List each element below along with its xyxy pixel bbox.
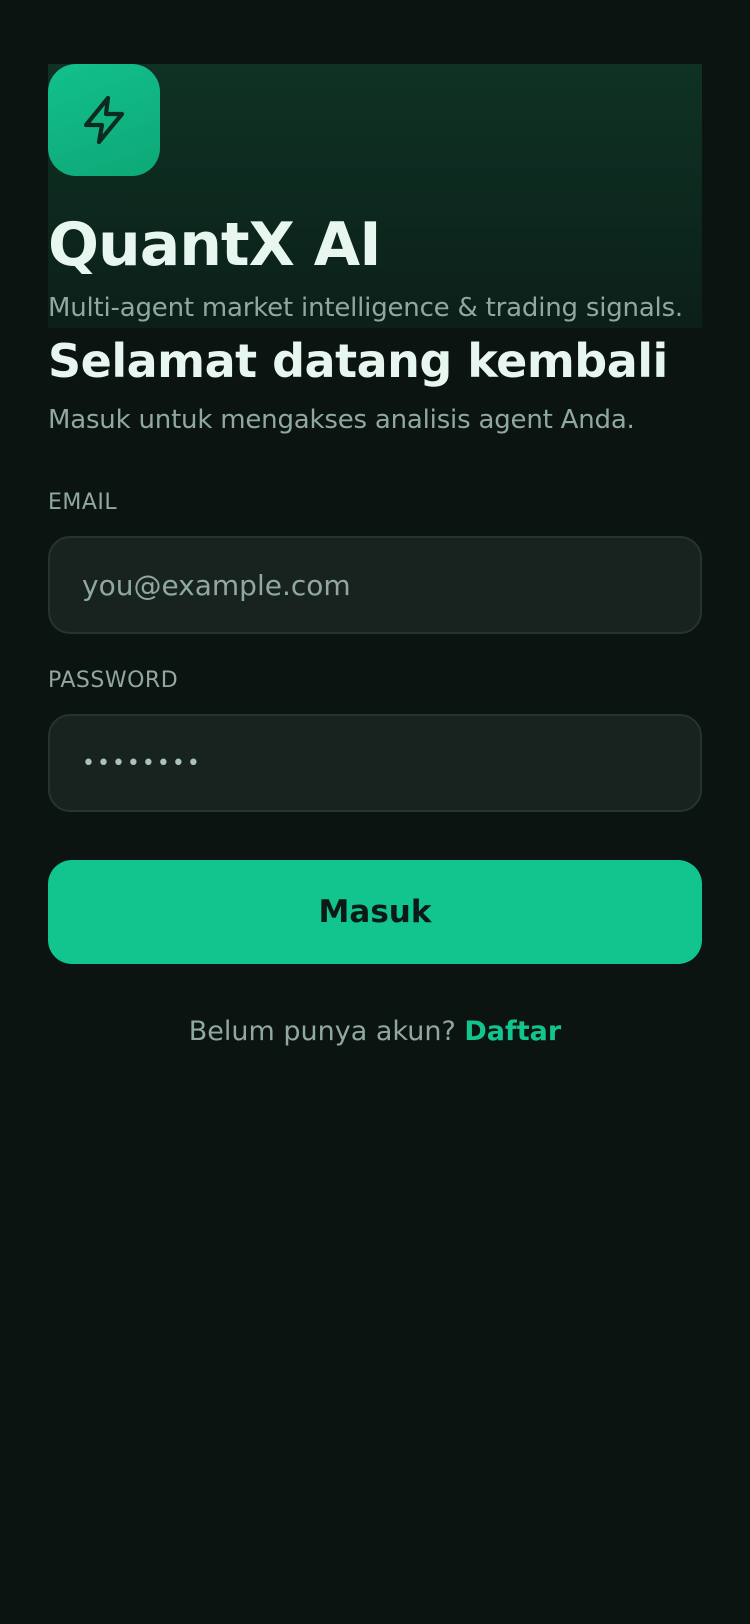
password-field[interactable] [48, 714, 702, 812]
login-screen: QuantX AI Multi-agent market intelligenc… [0, 0, 750, 1624]
email-field[interactable] [48, 536, 702, 634]
app-logo [48, 64, 160, 176]
password-label: PASSWORD [48, 668, 179, 693]
email-label: EMAIL [48, 490, 118, 515]
signup-prompt: Belum punya akun? [188, 1016, 456, 1047]
welcome-subheading: Masuk untuk mengakses analisis agent And… [48, 405, 635, 435]
app-title: QuantX AI [48, 210, 382, 280]
signup-link[interactable]: Daftar [464, 1016, 561, 1047]
lightning-bolt-icon [83, 95, 125, 145]
welcome-heading: Selamat datang kembali [48, 334, 668, 388]
login-button[interactable]: Masuk [48, 860, 702, 964]
signup-row: Belum punya akun? Daftar [0, 1012, 750, 1052]
app-subtitle: Multi-agent market intelligence & tradin… [48, 293, 683, 323]
